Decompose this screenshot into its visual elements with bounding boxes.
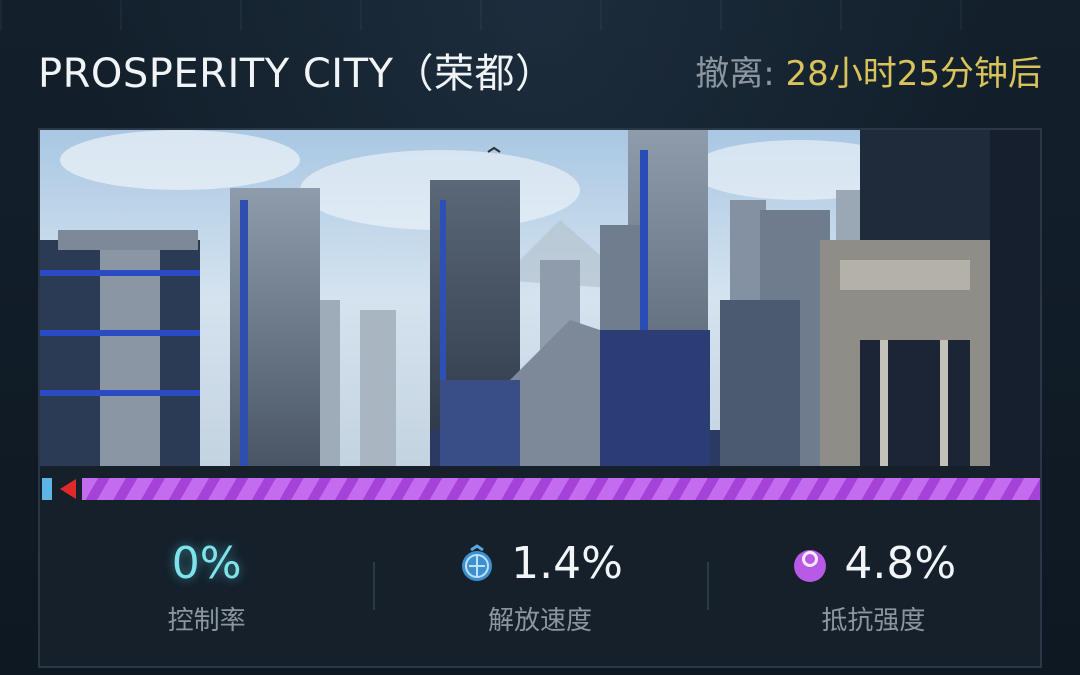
evacuation-value: 28小时25分钟后 [785,53,1042,94]
control-rate-label: 控制率 [167,605,246,636]
stats-row: 0% 控制率 1.4% 解放速度 4.8% 抵抗强度 [40,530,1040,640]
liberation-speed-label: 解放速度 [487,605,592,636]
globe-liberation-icon [457,543,497,584]
city-skyline-image [40,130,1040,466]
resistance-orb-icon [790,544,830,584]
resistance-strength-value: 4.8% [844,538,957,589]
resistance-strength-label: 抵抗强度 [821,605,926,636]
evacuation-label: 撤离: [695,53,786,94]
city-title: PROSPERITY CITY（荣都） [38,51,556,97]
stat-control: 0% 控制率 [40,530,373,640]
evacuation-timer: 撤离: 28小时25分钟后 [695,46,1042,95]
stat-liberation-speed: 1.4% 解放速度 [373,530,706,640]
city-card[interactable]: 0% 控制率 1.4% 解放速度 4.8% 抵抗强度 [38,128,1042,668]
liberation-progress-bar [40,478,1040,500]
header: PROSPERITY CITY（荣都） 撤离: 28小时25分钟后 [38,38,1042,102]
liberation-progress-fill [42,478,52,500]
resistance-progress-fill [82,478,1040,500]
stat-resistance-strength: 4.8% 抵抗强度 [706,530,1040,640]
progress-marker-icon [60,479,76,499]
liberation-speed-value: 1.4% [511,538,623,589]
control-rate-value: 0% [171,538,242,589]
